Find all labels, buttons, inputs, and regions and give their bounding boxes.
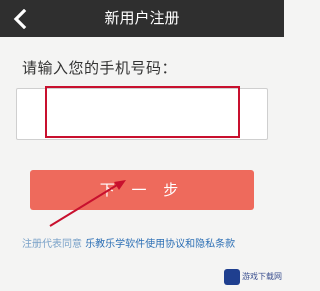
watermark-text: 游戏下载网 [242,272,282,281]
next-step-button[interactable]: 下 一 步 [30,170,254,210]
agreement-prefix: 注册代表同意 [22,239,82,250]
phone-prompt-label: 请输入您的手机号码： [22,59,178,77]
registration-screen: 新用户注册 请输入您的手机号码： 下 一 步 注册代表同意 乐教乐学软件使用协议… [0,0,284,291]
agreement-text: 注册代表同意 乐教乐学软件使用协议和隐私条款 [22,235,284,250]
page-title: 新用户注册 [104,9,180,27]
title-bar: 新用户注册 [0,0,284,37]
agreement-link[interactable]: 乐教乐学软件使用协议和隐私条款 [85,239,235,250]
watermark-logo-icon [224,269,240,285]
site-watermark: 游戏下载网 [224,269,282,285]
phone-number-input[interactable] [16,88,268,140]
